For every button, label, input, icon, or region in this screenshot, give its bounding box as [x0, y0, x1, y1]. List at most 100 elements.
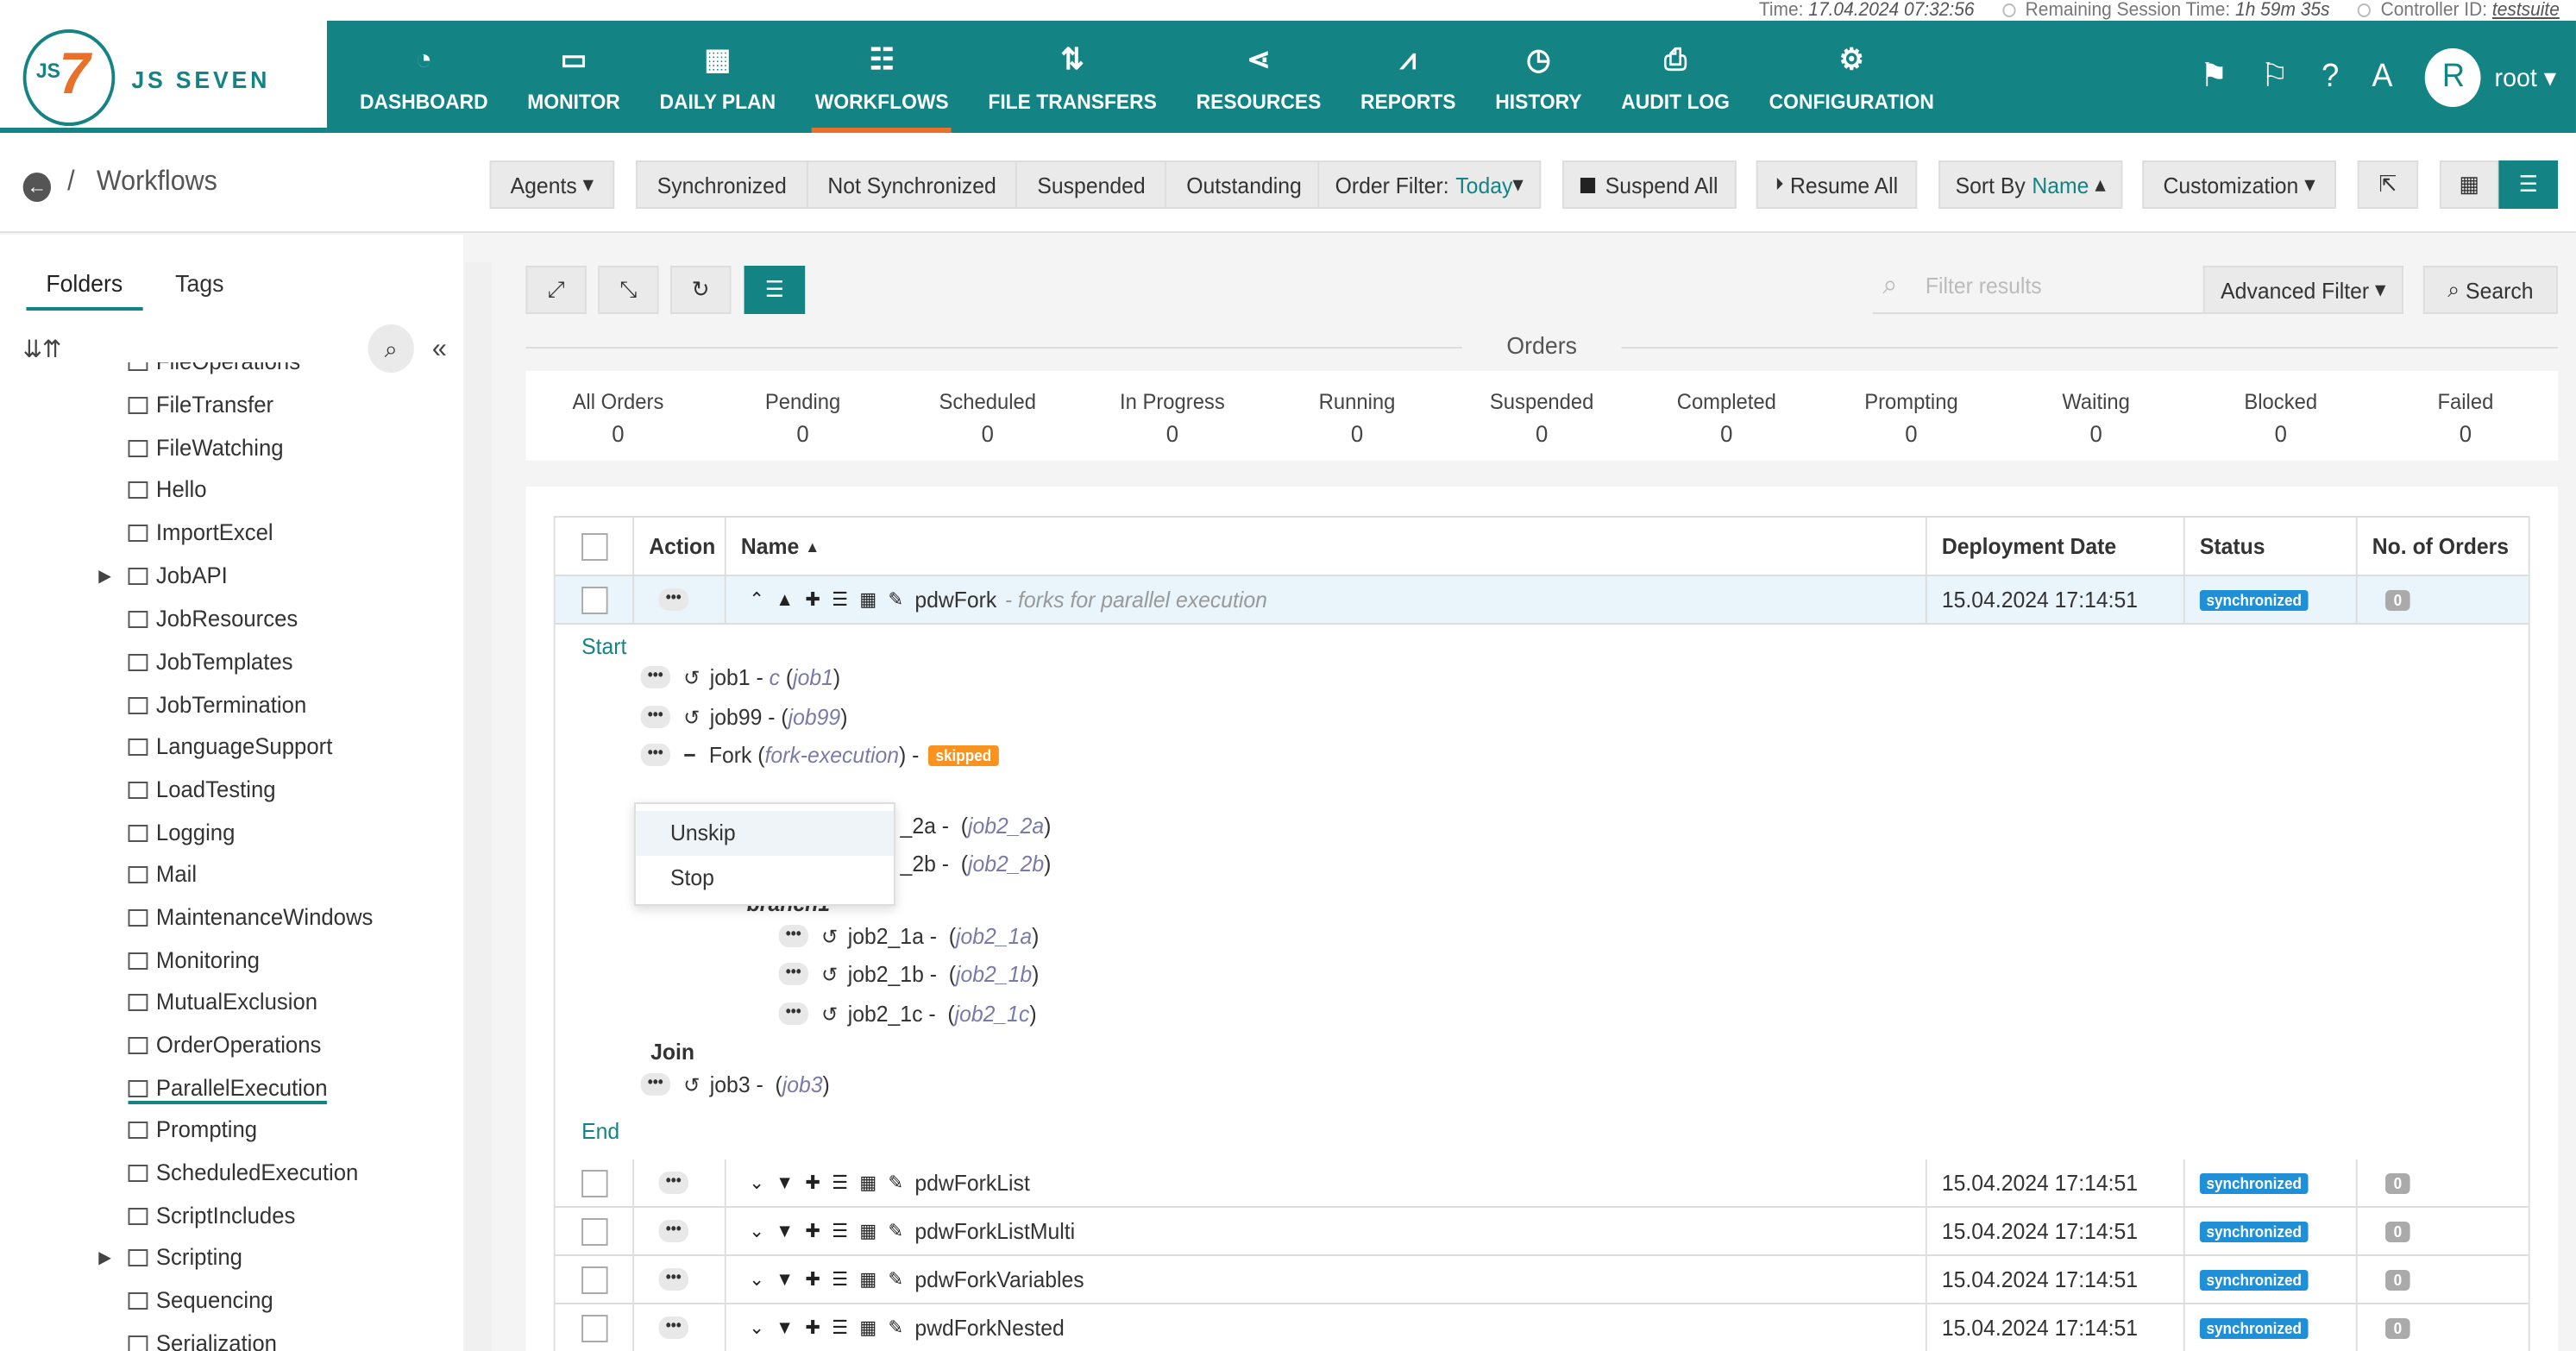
grid-icon[interactable]: ▦ — [859, 1172, 876, 1194]
list-icon[interactable]: ☰ — [832, 1316, 848, 1339]
nav-configuration[interactable]: ⚙ CONFIGURATION — [1750, 21, 1954, 133]
job-action-menu[interactable]: ••• — [640, 706, 670, 728]
move-down-icon[interactable]: ▼ — [776, 1317, 794, 1338]
folder-item[interactable]: JobTemplates — [128, 649, 293, 675]
agents-dropdown[interactable]: Agents ▾ — [489, 160, 615, 209]
filter-results-input[interactable]: ⌕ Filter results — [1872, 266, 2215, 314]
translate-icon[interactable]: A — [2372, 58, 2392, 96]
refresh-button[interactable]: ↻ — [669, 266, 732, 314]
expand-collapse-all-icon[interactable]: ⇊⇈ — [23, 335, 62, 364]
nav-dashboard[interactable]: ◔ DASHBOARD — [340, 21, 507, 133]
move-up-icon[interactable]: ▲ — [776, 589, 794, 610]
not-synchronized-filter[interactable]: Not Synchronized — [807, 162, 1018, 207]
move-down-icon[interactable]: ▼ — [776, 1269, 794, 1290]
workflow-name[interactable]: pdwForkListMulti — [914, 1218, 1075, 1244]
row-checkbox[interactable] — [581, 586, 608, 613]
suspend-all-button[interactable]: Suspend All — [1561, 160, 1737, 209]
job-action-menu[interactable]: ••• — [640, 666, 670, 688]
folder-item[interactable]: Logging — [128, 820, 235, 845]
folder-item[interactable]: Prompting — [128, 1116, 257, 1142]
nav-audit-log[interactable]: ⎙ AUDIT LOG — [1601, 21, 1749, 133]
expand-down-icon[interactable]: ⌄ — [749, 1220, 764, 1242]
nav-workflows[interactable]: ☷ WORKFLOWS — [795, 21, 969, 133]
js7-logo[interactable]: JS 7 JS SEVEN — [0, 21, 327, 133]
expand-down-icon[interactable]: ⌄ — [749, 1316, 764, 1339]
order-stat[interactable]: Scheduled 0 — [895, 371, 1080, 461]
flag-icon[interactable]: ⚑ — [2200, 57, 2227, 97]
row-action-menu[interactable]: ••• — [658, 588, 688, 611]
edit-icon[interactable]: ✎ — [888, 588, 903, 611]
search-button[interactable]: ⌕ Search — [2422, 266, 2558, 314]
row-checkbox[interactable] — [581, 1217, 608, 1245]
row-checkbox[interactable] — [581, 1266, 608, 1293]
unskip-menu-item[interactable]: Unskip — [635, 811, 894, 856]
table-row[interactable]: ••• ⌄ ▼ ✚ ☰ ▦ ✎ pwdForkNested 15.04.2024 17:14:5… — [556, 1304, 2529, 1351]
stop-menu-item[interactable]: Stop — [636, 856, 894, 901]
tab-tags[interactable]: Tags — [155, 269, 243, 311]
folder-item[interactable]: Hello — [128, 476, 206, 502]
collapse-sidebar-icon[interactable]: « — [432, 335, 447, 366]
order-stat[interactable]: Pending 0 — [711, 371, 895, 461]
suspended-filter[interactable]: Suspended — [1018, 162, 1167, 207]
nav-file-transfers[interactable]: ⇅ FILE TRANSFERS — [969, 21, 1177, 133]
col-name[interactable]: Name ▲ — [726, 518, 1927, 575]
nav-history[interactable]: ◷ HISTORY — [1475, 21, 1601, 133]
table-row[interactable]: ••• ⌄ ▼ ✚ ☰ ▦ ✎ pdwForkListMulti 15.04.2024 17:1… — [555, 1208, 2529, 1256]
table-row[interactable]: ••• ⌄ ▼ ✚ ☰ ▦ ✎ pdwForkVariables 15.04.2024 17:1… — [555, 1256, 2529, 1304]
collapse-all-button[interactable]: ⤡ — [598, 266, 659, 314]
order-stat[interactable]: Waiting 0 — [2004, 371, 2189, 461]
order-stat[interactable]: Completed 0 — [1634, 371, 1819, 461]
edit-icon[interactable]: ✎ — [888, 1172, 903, 1194]
workflow-name[interactable]: pwdForkNested — [914, 1315, 1064, 1341]
folder-item[interactable]: ImportExcel — [128, 519, 273, 545]
list-icon[interactable]: ☰ — [832, 1172, 848, 1194]
order-stat[interactable]: All Orders 0 — [525, 371, 710, 461]
nav-reports[interactable]: ⩘ REPORTS — [1341, 21, 1475, 133]
back-arrow-icon[interactable]: ← — [22, 173, 52, 202]
row-action-menu[interactable]: ••• — [658, 1268, 688, 1291]
list-icon[interactable]: ☰ — [832, 588, 848, 611]
folder-item[interactable]: ParallelExecution — [128, 1075, 328, 1104]
folder-item[interactable]: Serialization — [128, 1330, 277, 1351]
add-icon[interactable]: ✚ — [805, 1316, 820, 1339]
sort-by-dropdown[interactable]: Sort By Name ▴ — [1938, 160, 2123, 209]
expand-down-icon[interactable]: ⌄ — [749, 1268, 764, 1291]
folder-item[interactable]: Mail — [128, 861, 197, 887]
fork-action-menu[interactable]: ••• — [640, 744, 670, 766]
nav-resources[interactable]: ⋖ RESOURCES — [1177, 21, 1341, 133]
grid-icon[interactable]: ▦ — [859, 1220, 876, 1242]
flag-settings-icon[interactable]: ⚐ — [2261, 57, 2289, 97]
folder-item[interactable]: LanguageSupport — [128, 733, 332, 759]
move-down-icon[interactable]: ▼ — [776, 1221, 794, 1241]
expand-all-button[interactable]: ⤢ — [525, 266, 587, 314]
add-icon[interactable]: ✚ — [805, 1220, 820, 1242]
job-action-menu[interactable]: ••• — [778, 925, 808, 947]
folder-item[interactable]: Sequencing — [128, 1287, 273, 1313]
expand-arrow-icon[interactable]: ▶ — [98, 1249, 111, 1268]
list-toggle-button[interactable]: ☰ — [744, 266, 806, 314]
sidebar-resize-handle[interactable] — [464, 262, 492, 1351]
grid-icon[interactable]: ▦ — [859, 1268, 876, 1291]
grid-icon[interactable]: ▦ — [859, 1316, 876, 1339]
list-icon[interactable]: ☰ — [832, 1268, 848, 1291]
row-action-menu[interactable]: ••• — [658, 1172, 688, 1194]
order-stat[interactable]: Failed 0 — [2373, 371, 2558, 461]
card-view-button[interactable]: ▦ — [2439, 160, 2499, 209]
order-stat[interactable]: Blocked 0 — [2189, 371, 2373, 461]
order-stat[interactable]: Running 0 — [1265, 371, 1449, 461]
folder-item[interactable]: FileWatching — [128, 435, 284, 461]
advanced-filter-dropdown[interactable]: Advanced Filter ▾ — [2202, 266, 2403, 314]
folder-item[interactable]: MaintenanceWindows — [128, 904, 373, 930]
folder-item[interactable]: ScheduledExecution — [128, 1159, 358, 1185]
order-filter-dropdown[interactable]: Order Filter: Today ▾ — [1317, 160, 1542, 209]
folder-item[interactable]: OrderOperations — [128, 1032, 321, 1058]
customization-dropdown[interactable]: Customization ▾ — [2142, 160, 2336, 209]
job-action-menu[interactable]: ••• — [640, 1073, 670, 1096]
add-icon[interactable]: ✚ — [805, 588, 820, 611]
add-icon[interactable]: ✚ — [805, 1268, 820, 1291]
move-down-icon[interactable]: ▼ — [776, 1172, 794, 1193]
outstanding-filter[interactable]: Outstanding — [1166, 162, 1321, 207]
job-action-menu[interactable]: ••• — [778, 1002, 808, 1025]
synchronized-filter[interactable]: Synchronized — [638, 162, 808, 207]
folder-item[interactable]: JobAPI — [128, 562, 228, 588]
